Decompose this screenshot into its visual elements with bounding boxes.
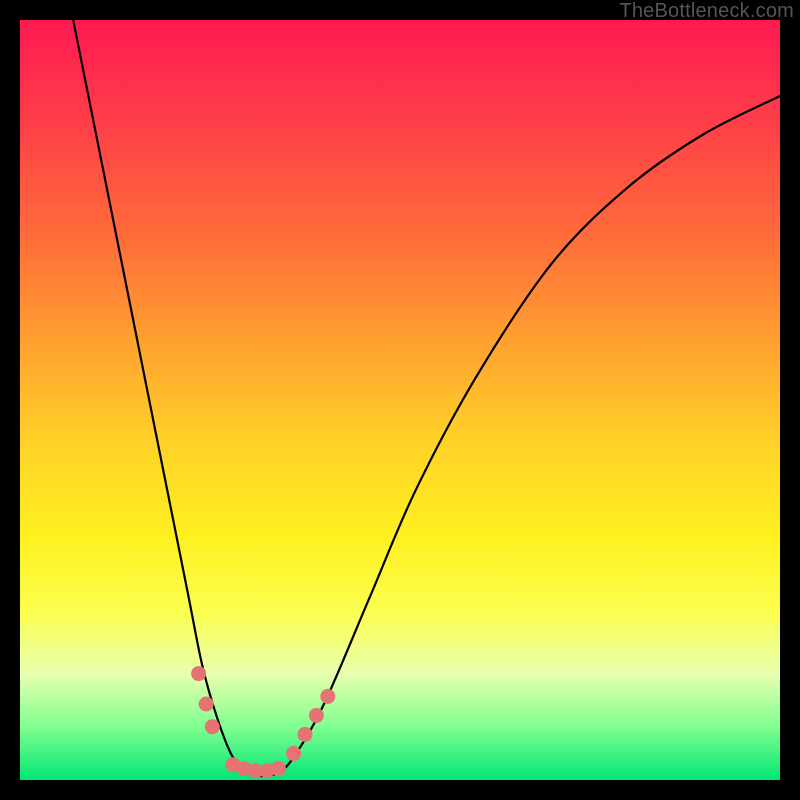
marker-dot xyxy=(309,708,324,723)
bottleneck-curve xyxy=(73,20,780,776)
watermark-text: TheBottleneck.com xyxy=(619,0,794,23)
marker-dot xyxy=(320,689,335,704)
curve-markers xyxy=(191,666,335,778)
marker-dot xyxy=(298,727,313,742)
marker-dot xyxy=(286,746,301,761)
plot-area xyxy=(20,20,780,780)
marker-dot xyxy=(271,761,286,776)
chart-frame: TheBottleneck.com xyxy=(0,0,800,800)
curve-svg xyxy=(20,20,780,780)
marker-dot xyxy=(199,697,214,712)
marker-dot xyxy=(205,719,220,734)
marker-dot xyxy=(191,666,206,681)
